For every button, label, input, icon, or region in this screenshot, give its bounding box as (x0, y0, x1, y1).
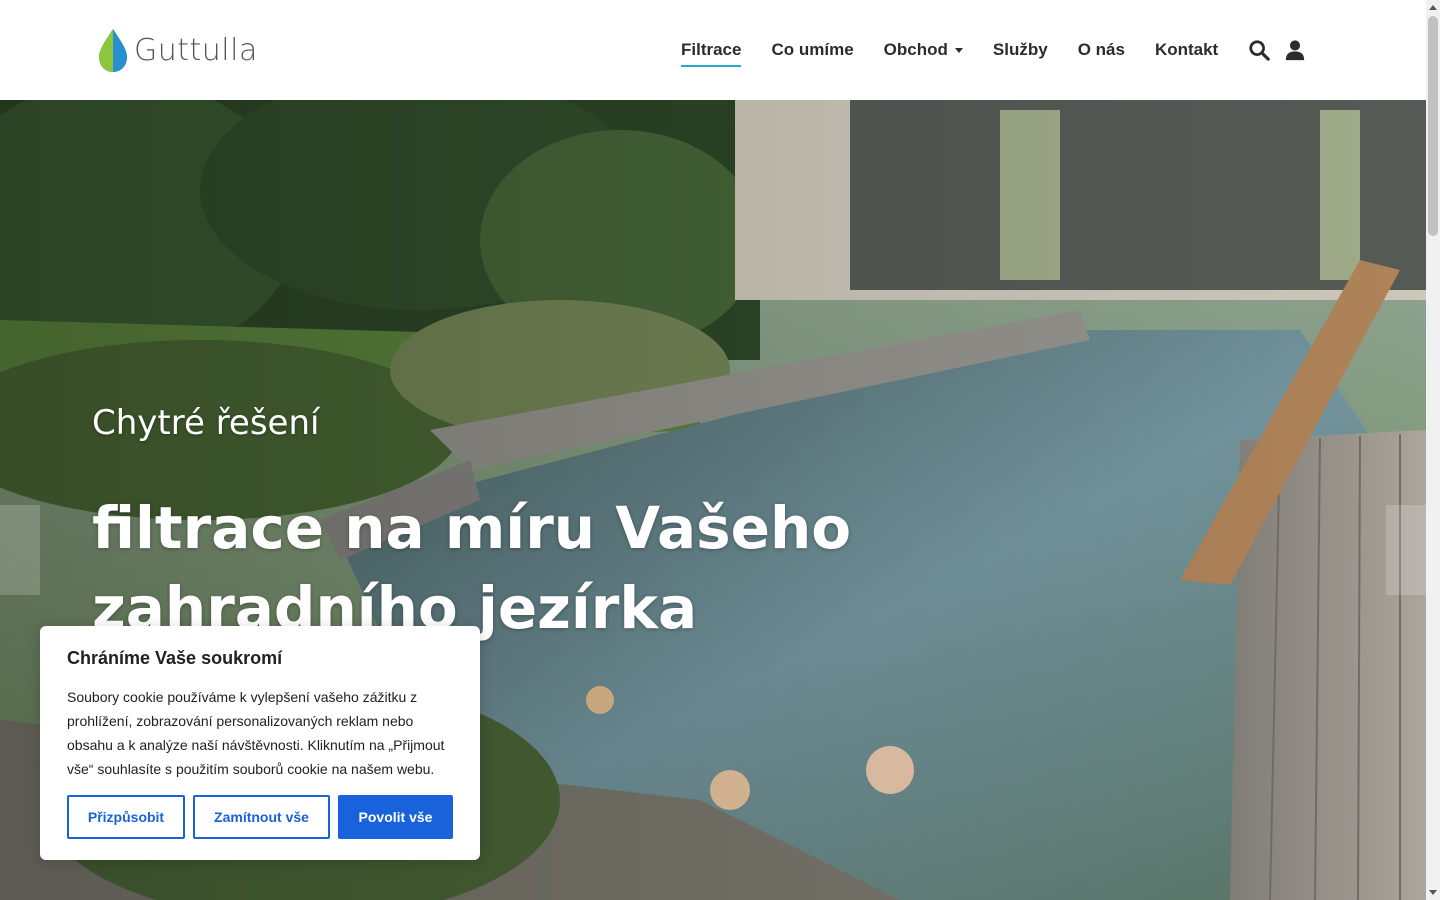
cookie-title: Chráníme Vaše soukromí (67, 648, 283, 668)
main-nav: Filtrace Co umíme Obchod Služby O nás Ko… (681, 36, 1306, 67)
nav-item-obchod[interactable]: Obchod (884, 40, 963, 60)
nav-item-kontakt[interactable]: Kontakt (1155, 40, 1218, 60)
logo[interactable]: Guttulla (96, 27, 258, 73)
nav-item-sluzby[interactable]: Služby (993, 40, 1048, 60)
hero-subtitle: Chytré řešení (92, 403, 320, 443)
nav-item-obchod-label: Obchod (883, 40, 948, 59)
nav-item-co-umime[interactable]: Co umíme (771, 40, 853, 60)
slider-prev-button[interactable] (0, 505, 40, 595)
nav-item-filtrace[interactable]: Filtrace (681, 40, 742, 67)
water-drop-logo-icon (99, 29, 127, 72)
cookie-text: Soubory cookie používáme k vylepšení vaš… (67, 689, 445, 777)
cookie-consent-banner: Chráníme Vaše soukromí Soubory cookie po… (40, 626, 480, 860)
chevron-down-icon (954, 48, 963, 54)
hero-title: filtrace na míru Vašeho zahradního jezír… (92, 494, 852, 642)
scrollbar-thumb[interactable] (1428, 16, 1438, 236)
customize-button[interactable]: Přizpůsobit (67, 795, 185, 839)
search-icon[interactable] (1248, 39, 1270, 61)
user-icon[interactable] (1284, 39, 1306, 61)
logo-text: Guttulla (134, 32, 258, 68)
accept-all-button[interactable]: Povolit vše (338, 795, 453, 839)
nav-item-o-nas[interactable]: O nás (1078, 40, 1125, 60)
scroll-down-arrow-icon[interactable] (1429, 890, 1437, 895)
scroll-up-arrow-icon[interactable] (1429, 5, 1437, 10)
cookie-buttons: Přizpůsobit Zamítnout vše Povolit vše (67, 795, 453, 839)
reject-all-button[interactable]: Zamítnout vše (193, 795, 330, 839)
site-header: Guttulla Filtrace Co umíme Obchod Služby… (0, 0, 1426, 100)
slider-next-button[interactable] (1386, 505, 1426, 595)
page-scrollbar[interactable] (1426, 0, 1440, 900)
